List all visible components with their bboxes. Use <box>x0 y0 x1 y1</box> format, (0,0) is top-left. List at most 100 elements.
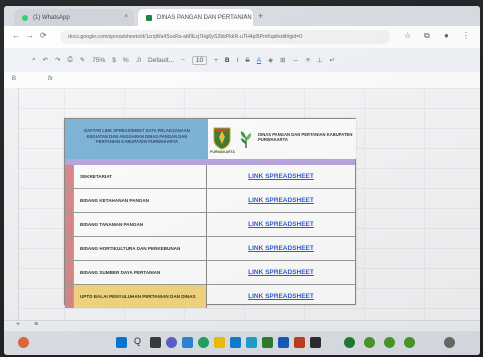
table-row: BIDANG HORTIKULTURA DAN PERKEBUNAN LINK … <box>65 237 355 261</box>
forward-icon[interactable]: → <box>26 31 34 40</box>
row-marker-cell <box>65 261 73 284</box>
spreadsheet-link[interactable]: LINK SPREADSHEET <box>207 213 355 236</box>
profile-icon[interactable]: ● <box>444 31 449 40</box>
valign-icon[interactable]: ⊥ <box>317 56 323 64</box>
bold-button[interactable]: B <box>225 57 230 64</box>
table-row: BIDANG SUMBER DAYA PERTANIAN LINK SPREAD… <box>65 261 355 285</box>
print-icon[interactable]: ⎙ <box>68 56 73 64</box>
percent-icon[interactable]: % <box>123 57 129 64</box>
address-bar-row: ← → ⟳ docs.google.com/spreadsheets/d/1cr… <box>4 26 480 49</box>
tab-label: (1) WhatsApp <box>33 14 70 21</box>
tray-icon[interactable] <box>364 337 375 348</box>
strikethrough-button[interactable]: S <box>245 57 249 64</box>
department-name: SEKRETARIAT <box>73 165 207 188</box>
fill-color-icon[interactable]: ◈ <box>268 56 273 64</box>
crest-label: PURWAKARTA <box>210 150 235 154</box>
star-icon[interactable]: ☆ <box>404 31 411 40</box>
link-table: DAFTAR LINK SPREADSHEET DATA PELAKSANAAN… <box>64 118 356 308</box>
banner-title-cell: DAFTAR LINK SPREADSHEET DATA PELAKSANAAN… <box>65 119 207 159</box>
banner-logo-cell: PURWAKARTA DINAS PANGAN DAN PERTANIAN KA… <box>207 119 356 159</box>
table-row: SEKRETARIAT LINK SPREADSHEET <box>65 165 355 189</box>
spreadsheet-link[interactable]: LINK SPREADSHEET <box>207 261 355 284</box>
tab-label: DINAS PANGAN DAN PERTANIAN <box>157 14 252 21</box>
spreadsheet-link[interactable]: LINK SPREADSHEET <box>207 285 355 308</box>
store-icon[interactable] <box>246 337 257 348</box>
department-name: BIDANG KETAHANAN PANGAN <box>73 189 207 212</box>
row-marker-cell <box>65 285 73 308</box>
back-icon[interactable]: ← <box>12 31 20 40</box>
department-name: UPTD BALAI PENYULUHAN PERTANIAN DAN DINA… <box>73 285 207 308</box>
app-icon[interactable] <box>310 337 321 348</box>
add-sheet-button[interactable]: + <box>16 321 20 328</box>
task-view-icon[interactable] <box>150 337 161 348</box>
whatsapp-icon <box>22 14 28 21</box>
font-select[interactable]: Default... <box>148 57 174 64</box>
purwakarta-crest-icon <box>213 127 231 150</box>
url-field[interactable]: docs.google.com/spreadsheets/d/1crqWa4So… <box>60 30 390 44</box>
search-icon[interactable]: Q <box>134 336 141 346</box>
font-size-increase[interactable]: + <box>214 57 218 64</box>
fx-icon: fx <box>48 76 53 82</box>
zoom-select[interactable]: 75% <box>92 57 105 64</box>
redo-icon[interactable]: ↷ <box>55 56 60 64</box>
chrome-icon[interactable] <box>198 337 209 348</box>
spreadsheet-link[interactable]: LINK SPREADSHEET <box>207 165 355 188</box>
merge-icon[interactable]: ⇔ <box>293 57 300 64</box>
borders-icon[interactable]: ⊞ <box>280 56 285 64</box>
browser-tab-strip: (1) WhatsApp × DINAS PANGAN DAN PERTANIA… <box>4 6 480 26</box>
formula-bar: B fx <box>4 72 480 89</box>
agency-name: DINAS PANGAN DAN PERTANIAN KABUPATEN PUR… <box>258 132 353 143</box>
excel-icon[interactable] <box>262 337 273 348</box>
paint-format-icon[interactable]: ✎ <box>80 56 85 64</box>
font-size-field[interactable]: 10 <box>191 55 208 65</box>
tray-icon[interactable] <box>384 337 395 348</box>
undo-icon[interactable]: ↶ <box>43 56 48 64</box>
decimal-icon[interactable]: .0 <box>136 57 141 64</box>
clock-icon[interactable] <box>444 337 455 348</box>
spreadsheet-link[interactable]: LINK SPREADSHEET <box>207 189 355 212</box>
tab-spreadsheet[interactable]: DINAS PANGAN DAN PERTANIAN × <box>138 9 253 26</box>
row-header-column <box>4 88 19 320</box>
italic-button[interactable]: I <box>237 57 239 64</box>
department-rows: SEKRETARIAT LINK SPREADSHEET BIDANG KETA… <box>65 165 355 308</box>
table-row: UPTD BALAI PENYULUHAN PERTANIAN DAN DINA… <box>65 285 355 308</box>
powerpoint-icon[interactable] <box>294 337 305 348</box>
row-marker-cell <box>65 237 73 260</box>
wrap-icon[interactable]: ↵ <box>330 56 335 64</box>
banner-title: DAFTAR LINK SPREADSHEET DATA PELAKSANAAN… <box>84 128 190 145</box>
new-tab-button[interactable]: + <box>258 11 263 21</box>
windows-start-icon[interactable] <box>116 337 127 348</box>
file-explorer-icon[interactable] <box>214 337 225 348</box>
search-menus-icon[interactable]: ⌕ <box>32 56 36 64</box>
word-icon[interactable] <box>278 337 289 348</box>
windows-taskbar: Q <box>4 331 480 355</box>
spreadsheet-link[interactable]: LINK SPREADSHEET <box>207 237 355 260</box>
weather-icon[interactable] <box>18 337 29 348</box>
all-sheets-button[interactable]: ≡ <box>34 321 38 328</box>
agriculture-leaf-icon <box>240 131 252 148</box>
row-marker-cell <box>65 165 73 188</box>
name-box[interactable]: B <box>12 76 16 82</box>
laptop-screen: (1) WhatsApp × DINAS PANGAN DAN PERTANIA… <box>4 6 480 355</box>
department-name: BIDANG SUMBER DAYA PERTANIAN <box>73 261 207 284</box>
table-row: BIDANG TANAMAN PANGAN LINK SPREADSHEET <box>65 213 355 237</box>
close-tab-icon[interactable]: × <box>243 14 247 20</box>
widgets-icon[interactable] <box>182 337 193 348</box>
tray-icon[interactable] <box>404 337 415 348</box>
currency-icon[interactable]: $ <box>112 57 116 64</box>
table-row: BIDANG KETAHANAN PANGAN LINK SPREADSHEET <box>65 189 355 213</box>
extensions-icon[interactable]: ⧉ <box>424 31 430 41</box>
edge-icon[interactable] <box>230 337 241 348</box>
close-tab-icon[interactable]: × <box>124 14 128 20</box>
department-name: BIDANG HORTIKULTURA DAN PERKEBUNAN <box>73 237 207 260</box>
tab-whatsapp[interactable]: (1) WhatsApp × <box>14 9 134 26</box>
font-size-decrease[interactable]: − <box>181 57 185 64</box>
tray-icon[interactable] <box>344 337 355 348</box>
row-marker-cell <box>65 213 73 236</box>
chat-icon[interactable] <box>166 337 177 348</box>
reload-icon[interactable]: ⟳ <box>40 31 47 40</box>
sheets-icon <box>146 14 152 21</box>
menu-icon[interactable]: ⋮ <box>462 31 470 40</box>
text-color-button[interactable]: A <box>257 57 261 64</box>
align-icon[interactable]: ≡ <box>306 57 310 64</box>
